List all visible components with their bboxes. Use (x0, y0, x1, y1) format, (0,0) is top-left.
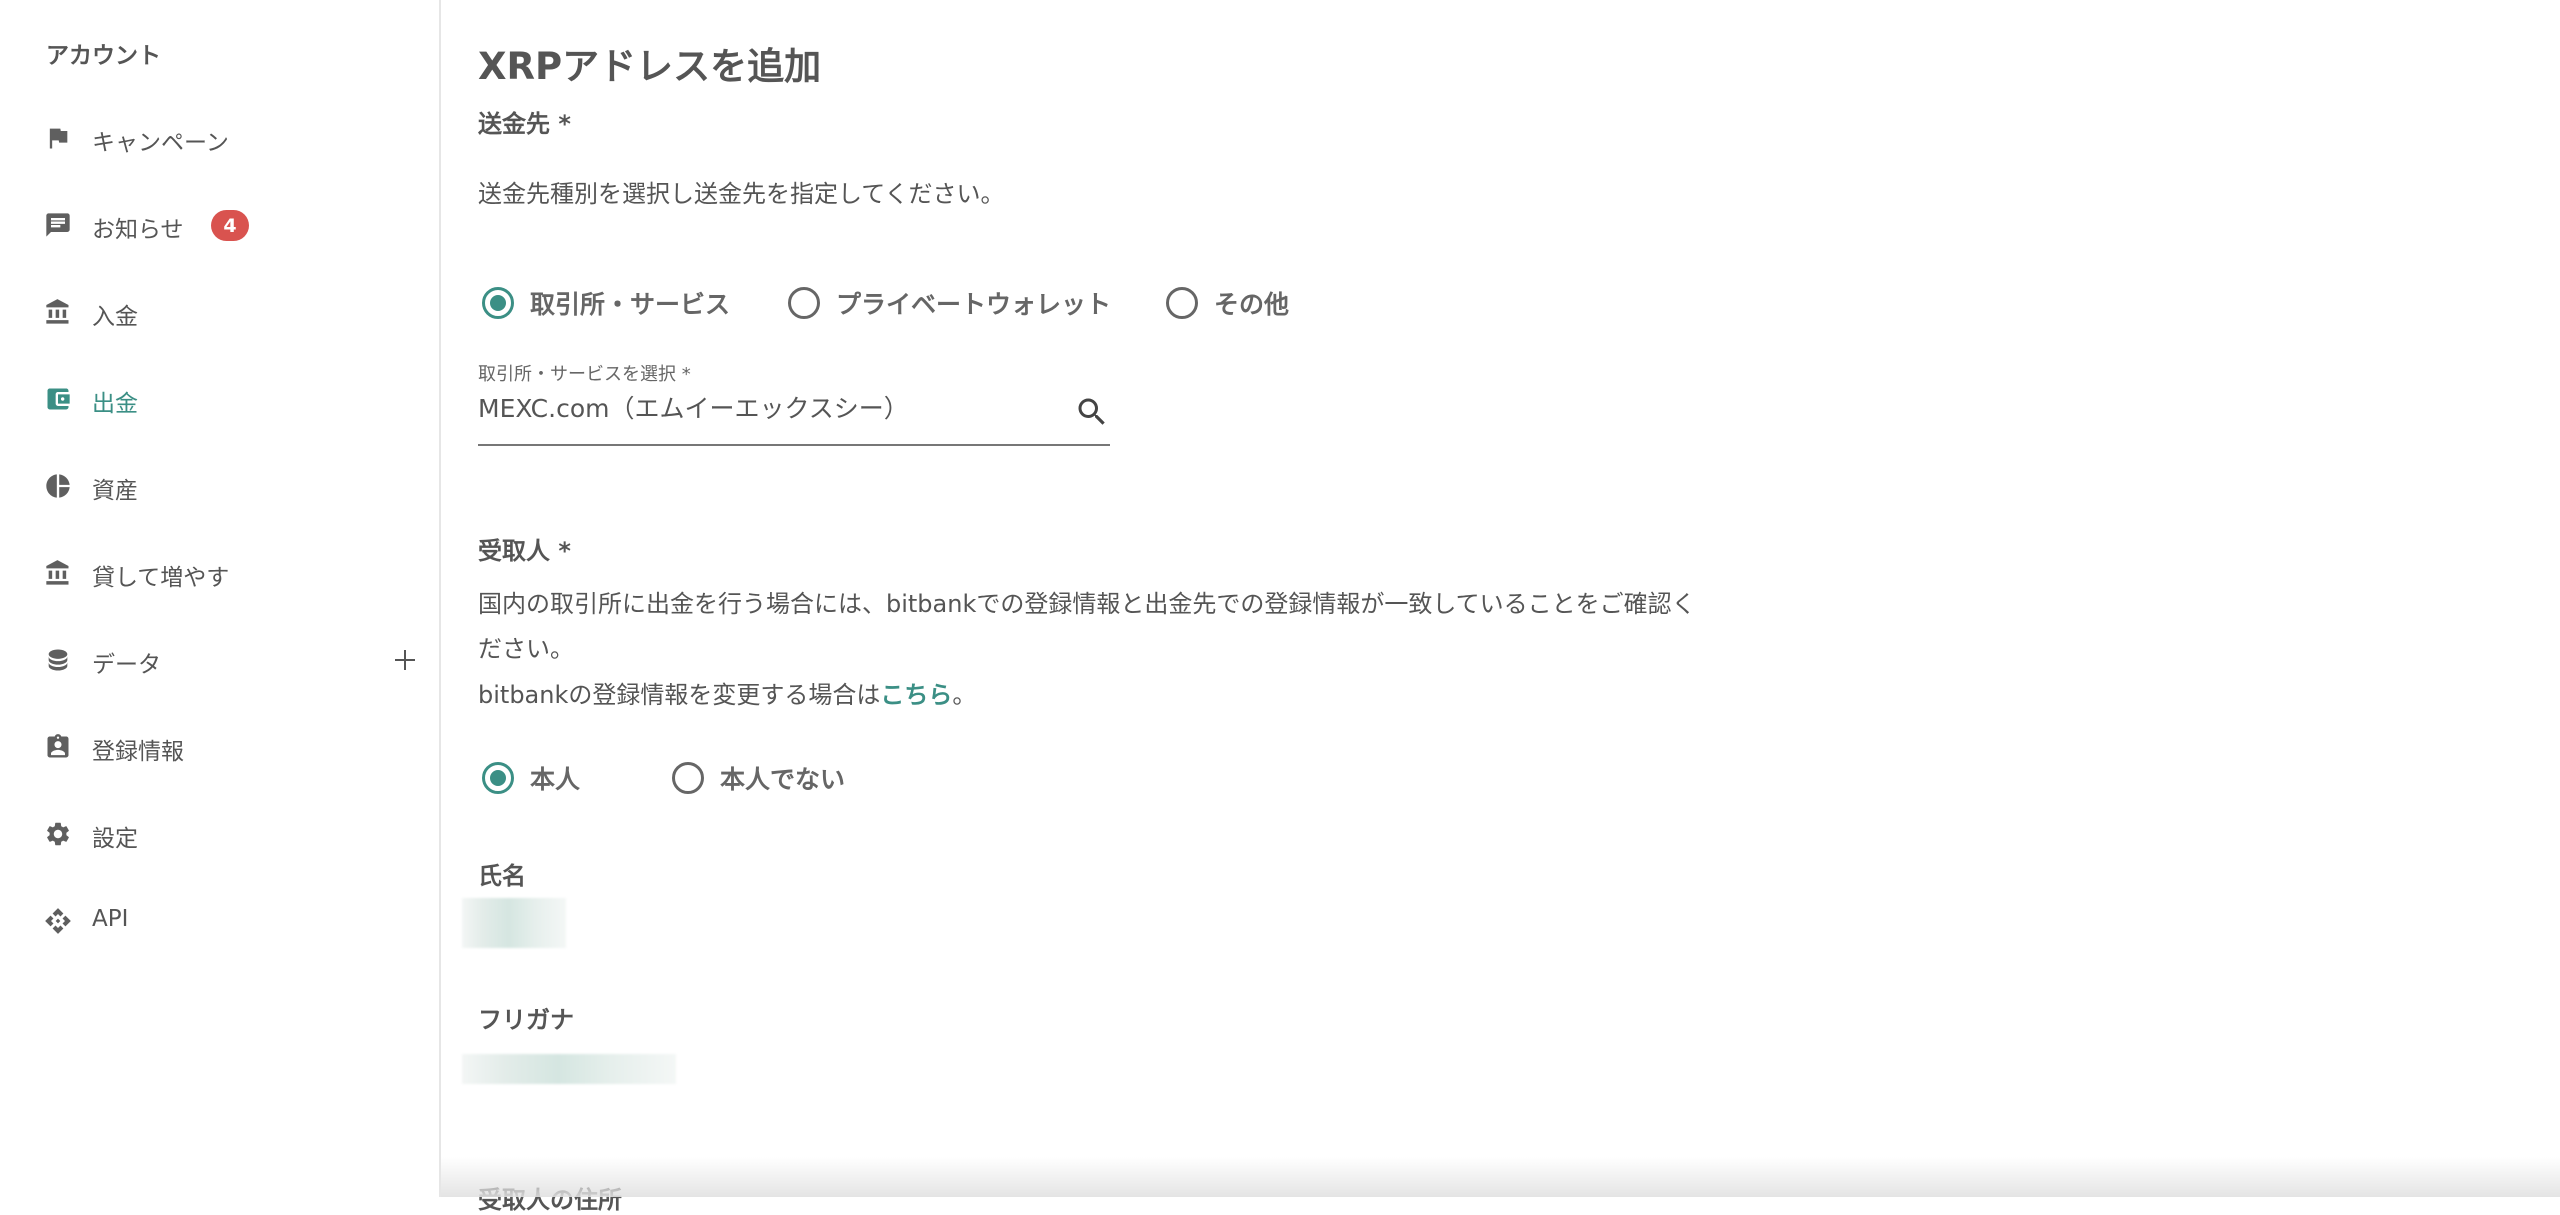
sidebar-item-label: 出金 (92, 384, 138, 418)
sidebar-item-label: 貸して増やす (92, 558, 229, 592)
main-content: XRPアドレスを追加 送金先 * 送金先種別を選択し送金先を指定してください。 … (478, 0, 2560, 1197)
exchange-select-field[interactable]: 取引所・サービスを選択 * (478, 360, 1110, 446)
recipient-notice-line1: 国内の取引所に出金を行う場合には、bitbankでの登録情報と出金先での登録情報… (478, 584, 1696, 619)
radio-unselected-icon (788, 287, 820, 319)
change-profile-link[interactable]: こちら (880, 681, 952, 709)
radio-label: 本人でない (720, 760, 845, 796)
chat-icon (44, 211, 72, 239)
furigana-label: フリガナ (478, 1000, 574, 1035)
bank-icon (44, 559, 72, 587)
sidebar-item-campaign[interactable]: キャンペーン (0, 108, 439, 168)
wallet-icon (44, 385, 72, 413)
recipient-radio-group: 本人 本人でない (478, 756, 978, 800)
sidebar-item-assets[interactable]: 資産 (0, 456, 439, 516)
sidebar-item-label: 資産 (92, 471, 138, 505)
radio-selected-icon (482, 762, 514, 794)
radio-label: その他 (1214, 285, 1289, 321)
sidebar-item-profile[interactable]: 登録情報 (0, 717, 439, 777)
page-title: XRPアドレスを追加 (478, 36, 821, 90)
sidebar-item-settings[interactable]: 設定 (0, 804, 439, 864)
radio-unselected-icon (1166, 287, 1198, 319)
bank-icon (44, 298, 72, 326)
sidebar-item-news[interactable]: お知らせ 4 (0, 195, 439, 255)
sidebar-item-label: 入金 (92, 297, 138, 331)
sidebar-item-label: データ (92, 645, 161, 679)
sidebar: アカウント キャンペーン お知らせ 4 入金 出金 資産 貸し (0, 0, 441, 1197)
sidebar-item-label: お知らせ (92, 210, 184, 244)
sidebar-item-label: キャンペーン (92, 123, 229, 157)
gear-icon (44, 820, 72, 848)
radio-self[interactable]: 本人 (478, 756, 580, 800)
sidebar-item-withdraw[interactable]: 出金 (0, 369, 439, 429)
sidebar-item-label: 登録情報 (92, 732, 184, 766)
recipient-notice-text: 。 (952, 681, 976, 709)
name-label: 氏名 (478, 856, 526, 891)
destination-type-radio-group: 取引所・サービス プライベートウォレット その他 (478, 281, 1378, 325)
pie-chart-icon (44, 472, 72, 500)
radio-label: 取引所・サービス (530, 285, 730, 321)
destination-label: 送金先 * (478, 104, 571, 139)
radio-label: 本人 (530, 760, 580, 796)
radio-not-self[interactable]: 本人でない (668, 756, 845, 800)
badge-icon (44, 733, 72, 761)
radio-private-wallet[interactable]: プライベートウォレット (784, 281, 1111, 325)
plus-icon[interactable] (391, 646, 419, 674)
destination-description: 送金先種別を選択し送金先を指定してください。 (478, 174, 1005, 209)
recipient-notice-text: bitbankの登録情報を変更する場合は (478, 681, 880, 709)
notification-badge: 4 (211, 210, 249, 241)
redacted-name (462, 898, 566, 948)
sidebar-item-api[interactable]: API (0, 891, 439, 951)
radio-label: プライベートウォレット (836, 285, 1111, 321)
radio-unselected-icon (672, 762, 704, 794)
sidebar-title: アカウント (46, 36, 161, 70)
sidebar-item-label: API (92, 906, 128, 932)
sidebar-item-deposit[interactable]: 入金 (0, 282, 439, 342)
flag-icon (44, 124, 72, 152)
radio-exchange-service[interactable]: 取引所・サービス (478, 281, 730, 325)
exchange-select-caption: 取引所・サービスを選択 * (478, 360, 691, 386)
recipient-label: 受取人 * (478, 531, 571, 566)
database-icon (44, 646, 72, 674)
recipient-notice-line3: bitbankの登録情報を変更する場合はこちら。 (478, 675, 976, 710)
api-icon (44, 907, 72, 935)
radio-selected-icon (482, 287, 514, 319)
redacted-furigana (462, 1054, 676, 1084)
address-label: 受取人の住所 (478, 1180, 622, 1215)
sidebar-item-data[interactable]: データ (0, 630, 439, 690)
radio-other[interactable]: その他 (1162, 281, 1289, 325)
exchange-select-input[interactable] (478, 392, 1038, 421)
search-icon[interactable] (1074, 394, 1110, 430)
sidebar-item-lending[interactable]: 貸して増やす (0, 543, 439, 603)
recipient-notice-line2: ださい。 (478, 629, 574, 664)
sidebar-item-label: 設定 (92, 819, 138, 853)
